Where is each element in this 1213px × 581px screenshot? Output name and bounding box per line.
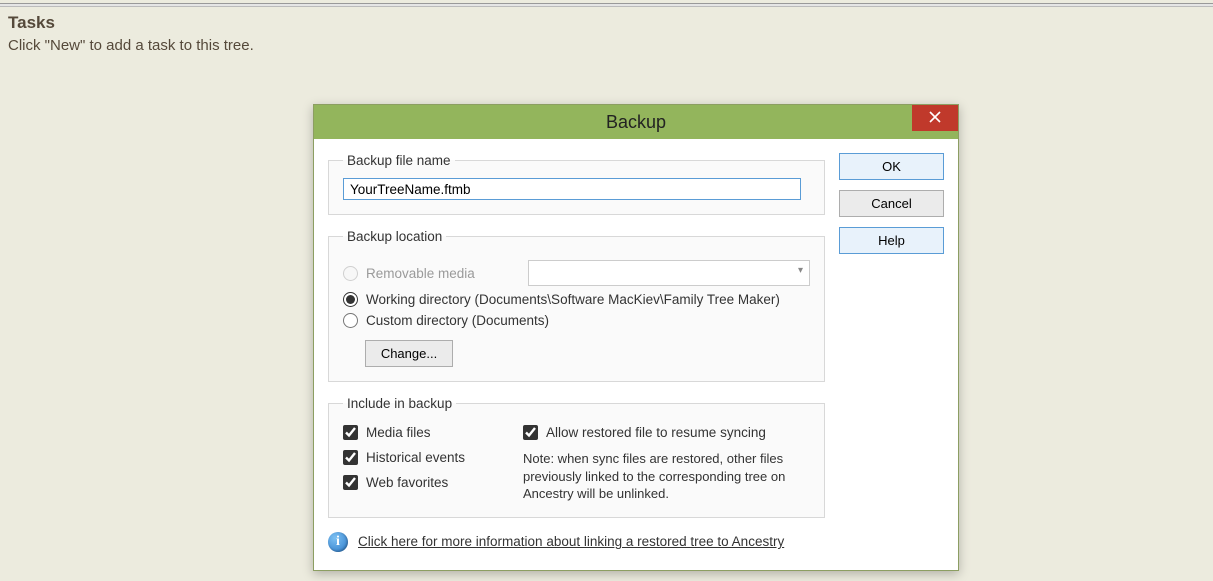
- close-button[interactable]: [912, 105, 958, 131]
- web-favorites-row[interactable]: Web favorites: [343, 475, 523, 490]
- filename-group: Backup file name: [328, 153, 825, 215]
- allow-sync-checkbox[interactable]: [523, 425, 538, 440]
- tasks-subtext: Click "New" to add a task to this tree.: [8, 37, 1213, 54]
- allow-sync-label: Allow restored file to resume syncing: [546, 425, 766, 440]
- media-files-row[interactable]: Media files: [343, 425, 523, 440]
- chevron-down-icon: ▾: [798, 265, 803, 276]
- backup-dialog: Backup Backup file name Backup location …: [313, 104, 959, 571]
- custom-directory-radio[interactable]: [343, 313, 358, 328]
- filename-input[interactable]: [343, 178, 801, 200]
- dialog-titlebar: Backup: [314, 105, 958, 139]
- info-link[interactable]: Click here for more information about li…: [358, 534, 784, 549]
- removable-media-radio: [343, 266, 358, 281]
- filename-group-label: Backup file name: [343, 153, 455, 168]
- media-files-label: Media files: [366, 425, 431, 440]
- working-directory-radio[interactable]: [343, 292, 358, 307]
- change-button[interactable]: Change...: [365, 340, 453, 367]
- custom-directory-label: Custom directory (Documents): [366, 313, 549, 328]
- working-directory-label: Working directory (Documents\Software Ma…: [366, 292, 780, 307]
- info-icon: i: [328, 532, 348, 552]
- removable-media-row: Removable media ▾: [343, 260, 810, 286]
- working-directory-row[interactable]: Working directory (Documents\Software Ma…: [343, 292, 810, 307]
- close-icon: [929, 110, 941, 127]
- dialog-title: Backup: [606, 112, 666, 133]
- include-group-label: Include in backup: [343, 396, 456, 411]
- web-favorites-label: Web favorites: [366, 475, 448, 490]
- include-group: Include in backup Media files Historical…: [328, 396, 825, 518]
- location-group-label: Backup location: [343, 229, 446, 244]
- tasks-heading: Tasks: [8, 13, 1213, 33]
- custom-directory-row[interactable]: Custom directory (Documents): [343, 313, 810, 328]
- sync-note: Note: when sync files are restored, othe…: [523, 450, 803, 503]
- historical-events-label: Historical events: [366, 450, 465, 465]
- web-favorites-checkbox[interactable]: [343, 475, 358, 490]
- allow-sync-row[interactable]: Allow restored file to resume syncing: [523, 425, 810, 440]
- location-group: Backup location Removable media ▾ Workin…: [328, 229, 825, 382]
- cancel-button[interactable]: Cancel: [839, 190, 944, 217]
- ok-button[interactable]: OK: [839, 153, 944, 180]
- media-files-checkbox[interactable]: [343, 425, 358, 440]
- removable-media-label: Removable media: [366, 266, 475, 281]
- removable-media-select[interactable]: ▾: [528, 260, 810, 286]
- info-row: i Click here for more information about …: [328, 532, 825, 552]
- top-divider: [0, 3, 1213, 7]
- historical-events-checkbox[interactable]: [343, 450, 358, 465]
- help-button[interactable]: Help: [839, 227, 944, 254]
- historical-events-row[interactable]: Historical events: [343, 450, 523, 465]
